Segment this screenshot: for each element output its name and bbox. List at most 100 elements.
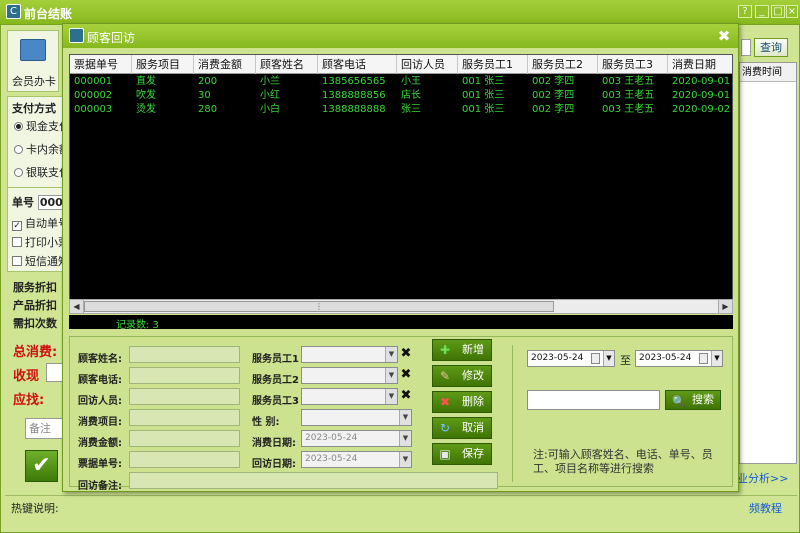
table-cell: 2020-09-01 — [672, 90, 731, 101]
table-cell: 003 王老五 — [602, 90, 655, 101]
service-discount-label: 服务折扣 — [13, 281, 57, 294]
minimize-button[interactable]: _ — [755, 5, 769, 18]
main-window-title: 前台结账 — [24, 7, 73, 21]
customer-visit-dialog: 顾客回访 ✖ 票据单号 服务项目 消费金额 顾客姓名 顾客电话 回访人员 服务员工1 服务员工… — [62, 23, 739, 492]
form-divider — [512, 345, 513, 482]
visit-date-input[interactable]: 2023-05-24 ▼ — [301, 451, 412, 468]
consume-date-input[interactable]: 2023-05-24 ▼ — [301, 430, 412, 447]
service-item-input[interactable] — [129, 409, 240, 426]
table-cell: 002 李四 — [532, 90, 575, 101]
dialog-titlebar: 顾客回访 ✖ — [63, 24, 738, 48]
help-button[interactable]: ? — [738, 5, 752, 18]
print-receipt-checkbox[interactable]: 打印小票 — [12, 234, 69, 250]
dialog-close-button[interactable]: ✖ — [715, 27, 733, 45]
table-row[interactable]: 000002 吹发 30 小红 1388888856 店长 001 张三 002 李四 003 … — [70, 89, 732, 103]
ticket-no-label: 票据单号: — [78, 459, 122, 470]
member-card-label: 会员办卡 — [12, 75, 56, 88]
record-count: 记录数: 3 — [116, 320, 159, 331]
staff3-select[interactable]: ▼ — [301, 388, 398, 405]
app-icon: C — [6, 4, 21, 19]
scroll-thumb[interactable]: ⋮ — [84, 301, 554, 312]
grid-column-header[interactable]: 顾客姓名 — [256, 55, 318, 74]
grid-column-header[interactable]: 回访人员 — [397, 55, 458, 74]
maximize-button[interactable]: □ — [771, 5, 785, 18]
grid-column-header[interactable]: 服务项目 — [132, 55, 194, 74]
table-cell: 小兰 — [260, 76, 280, 87]
sms-notify-checkbox[interactable]: 短信通知 — [12, 253, 69, 269]
save-icon: ▣ — [439, 447, 451, 461]
remark-input[interactable]: 备注 — [25, 418, 65, 439]
query-dropdown[interactable] — [741, 39, 751, 56]
staff3-label: 服务员工3 — [252, 396, 299, 407]
staff1-clear-icon[interactable]: ✖ — [400, 347, 412, 361]
query-button[interactable]: 查询 — [754, 38, 788, 57]
grid-column-header[interactable]: 顾客电话 — [318, 55, 397, 74]
amount-input[interactable] — [129, 430, 240, 447]
ticket-no-input[interactable] — [129, 451, 240, 468]
table-cell: 小王 — [401, 76, 421, 87]
save-button[interactable]: ▣ 保存 — [432, 443, 492, 465]
product-discount-label: 产品折扣 — [13, 299, 57, 312]
search-date-from[interactable]: 2023-05-24 ▼ — [527, 350, 615, 367]
consume-date-label: 消费日期: — [252, 438, 296, 449]
grid-column-header[interactable]: 消费金额 — [194, 55, 256, 74]
chevron-down-icon: ▼ — [399, 431, 411, 446]
staff2-clear-icon[interactable]: ✖ — [400, 368, 412, 382]
delete-icon: ✖ — [439, 395, 451, 409]
delete-button[interactable]: ✖ 删除 — [432, 391, 492, 413]
cancel-button[interactable]: ↻ 取消 — [432, 417, 492, 439]
record-bar: 记录数: 3 — [69, 315, 733, 331]
table-cell: 烫发 — [136, 104, 156, 115]
edit-button[interactable]: ✎ 修改 — [432, 365, 492, 387]
table-cell: 000002 — [74, 90, 113, 101]
chevron-down-icon: ▼ — [711, 351, 722, 366]
scroll-right-icon[interactable]: ▶ — [718, 300, 732, 313]
close-window-button[interactable]: × — [786, 5, 798, 18]
analysis-link[interactable]: 业分析>> — [737, 470, 788, 486]
table-cell: 小白 — [260, 104, 280, 115]
pay-method-title: 支付方式 — [12, 102, 56, 115]
change-label: 应找: — [13, 393, 45, 408]
date-range-to-label: 至 — [620, 354, 631, 367]
auto-order-checkbox[interactable]: ✓ 自动单号 — [12, 215, 69, 231]
checkout-button[interactable]: ✔ — [25, 450, 58, 482]
table-cell: 001 张三 — [462, 90, 505, 101]
add-button[interactable]: ✚ 新增 — [432, 339, 492, 361]
visit-remark-input[interactable] — [129, 472, 498, 489]
service-item-label: 消费项目: — [78, 417, 122, 428]
search-button[interactable]: 🔍 搜索 — [665, 390, 721, 410]
scroll-left-icon[interactable]: ◀ — [70, 300, 84, 313]
table-cell: 2020-09-01 — [672, 76, 731, 87]
customer-phone-input[interactable] — [129, 367, 240, 384]
staff2-select[interactable]: ▼ — [301, 367, 398, 384]
customer-name-input[interactable] — [129, 346, 240, 363]
grid-column-header[interactable]: 服务员工2 — [528, 55, 598, 74]
gender-select[interactable]: ▼ — [301, 409, 412, 426]
visitor-input[interactable] — [129, 388, 240, 405]
table-row[interactable]: 000003 烫发 280 小白 1388888888 张三 001 张三 002 李四 003… — [70, 103, 732, 117]
grid-header: 票据单号 服务项目 消费金额 顾客姓名 顾客电话 回访人员 服务员工1 服务员工2 服务员工3 消… — [70, 55, 732, 74]
grid-column-header[interactable]: 服务员工3 — [598, 55, 668, 74]
dialog-app-icon — [69, 28, 84, 43]
customer-name-label: 顾客姓名: — [78, 354, 122, 365]
staff1-select[interactable]: ▼ — [301, 346, 398, 363]
table-row[interactable]: 000001 直发 200 小兰 1385656565 小王 001 张三 002 李四 003… — [70, 75, 732, 89]
grid-horizontal-scrollbar[interactable]: ◀ ⋮ ▶ — [69, 299, 733, 314]
video-tutorial-link[interactable]: 频教程 — [749, 500, 782, 516]
visit-remark-label: 回访备注: — [78, 481, 122, 492]
visit-grid[interactable]: 票据单号 服务项目 消费金额 顾客姓名 顾客电话 回访人员 服务员工1 服务员工2 服务员工3 消… — [69, 54, 733, 313]
chevron-down-icon: ▼ — [603, 351, 614, 366]
member-card-panel[interactable]: 会员办卡 — [7, 30, 59, 92]
chevron-down-icon: ▼ — [385, 389, 397, 404]
chevron-down-icon: ▼ — [399, 452, 411, 467]
total-consume-label: 总消费: — [13, 345, 58, 360]
search-date-to[interactable]: 2023-05-24 ▼ — [635, 350, 723, 367]
staff3-clear-icon[interactable]: ✖ — [400, 389, 412, 403]
search-input[interactable] — [527, 390, 660, 410]
grid-column-header[interactable]: 消费日期 — [668, 55, 732, 74]
grid-column-header[interactable]: 票据单号 — [70, 55, 132, 74]
table-cell: 003 王老五 — [602, 104, 655, 115]
table-cell: 002 李四 — [532, 76, 575, 87]
grid-column-header[interactable]: 服务员工1 — [458, 55, 528, 74]
staff2-label: 服务员工2 — [252, 375, 299, 386]
